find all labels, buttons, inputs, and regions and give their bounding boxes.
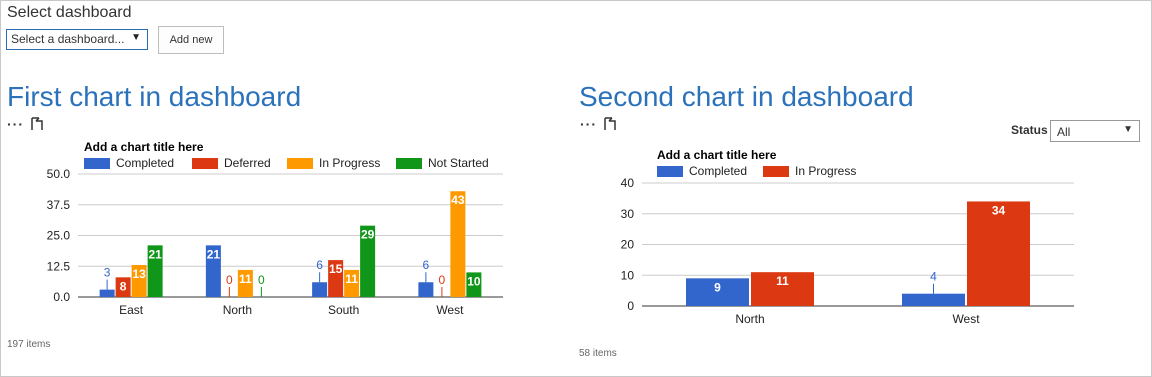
chart-2: Add a chart title here Completed In Progre… (621, 148, 1074, 326)
legend-swatch (84, 158, 110, 169)
legend-swatch (396, 158, 422, 169)
export-icon[interactable] (603, 117, 617, 131)
chart-2-items-count: 58 items (579, 348, 617, 359)
bar (418, 282, 434, 297)
data-label: 6 (423, 258, 430, 272)
chart-1-heading[interactable]: First chart in dashboard (7, 81, 301, 113)
data-label: 21 (148, 247, 162, 261)
chart-2-heading[interactable]: Second chart in dashboard (579, 81, 914, 113)
status-filter-label: Status (1011, 123, 1048, 137)
add-new-button[interactable]: Add new (158, 26, 224, 54)
data-label: 9 (714, 280, 721, 294)
data-label: 15 (329, 262, 343, 276)
y-tick-label: 30 (621, 207, 635, 221)
legend-swatch (287, 158, 313, 169)
data-label: 3 (104, 266, 111, 280)
legend-label: In Progress (795, 164, 856, 178)
chart-1: Add a chart title here Completed Deferred I… (47, 140, 503, 317)
more-options-icon[interactable]: ··· (580, 116, 597, 132)
data-label: 0 (258, 273, 265, 287)
data-label: 11 (345, 272, 358, 286)
x-tick-label: West (436, 303, 464, 317)
more-options-icon[interactable]: ··· (7, 116, 24, 132)
x-tick-label: West (952, 312, 980, 326)
bar (99, 289, 115, 297)
data-label: 34 (992, 203, 1006, 217)
data-label: 0 (439, 273, 446, 287)
legend-label: Completed (689, 164, 747, 178)
legend-label: Deferred (224, 156, 271, 170)
y-tick-label: 10 (621, 268, 635, 282)
y-tick-label: 0.0 (53, 290, 70, 304)
chart-title: Add a chart title here (657, 148, 777, 162)
y-tick-label: 25.0 (47, 229, 71, 243)
export-icon[interactable] (30, 117, 44, 131)
data-label: 0 (226, 273, 233, 287)
bar (312, 282, 328, 297)
chart-1-items-count: 197 items (7, 339, 51, 350)
y-tick-label: 20 (621, 238, 635, 252)
y-tick-label: 40 (621, 176, 635, 190)
x-tick-label: South (328, 303, 359, 317)
dashboard-select-value: Select a dashboard... (11, 32, 125, 46)
dropdown-arrow-icon: ▼ (1123, 124, 1133, 135)
legend-label: In Progress (319, 156, 380, 170)
data-label: 21 (207, 247, 221, 261)
data-label: 6 (316, 258, 323, 272)
y-tick-label: 0 (627, 299, 634, 313)
chart-title: Add a chart title here (84, 140, 204, 154)
data-label: 29 (361, 228, 375, 242)
data-label: 10 (467, 274, 481, 288)
data-label: 43 (451, 193, 465, 207)
data-label: 4 (930, 270, 937, 284)
legend-label: Not Started (428, 156, 489, 170)
select-dashboard-label: Select dashboard (7, 4, 132, 21)
dashboard-select[interactable]: Select a dashboard... ▼ (6, 29, 148, 50)
status-filter-select[interactable]: All ▼ (1050, 120, 1140, 142)
dropdown-arrow-icon: ▼ (131, 32, 141, 43)
x-tick-label: North (223, 303, 252, 317)
data-label: 11 (776, 274, 789, 288)
legend-swatch (192, 158, 218, 169)
legend-swatch (657, 166, 683, 177)
y-tick-label: 50.0 (47, 167, 71, 181)
legend-label: Completed (116, 156, 174, 170)
y-tick-label: 12.5 (47, 259, 71, 273)
bar (902, 293, 965, 306)
data-label: 8 (120, 279, 127, 293)
status-filter-value: All (1057, 125, 1071, 139)
legend-swatch (763, 166, 789, 177)
data-label: 13 (132, 267, 146, 281)
data-label: 11 (239, 272, 252, 286)
x-tick-label: North (735, 312, 764, 326)
x-tick-label: East (119, 303, 144, 317)
y-tick-label: 37.5 (47, 198, 71, 212)
